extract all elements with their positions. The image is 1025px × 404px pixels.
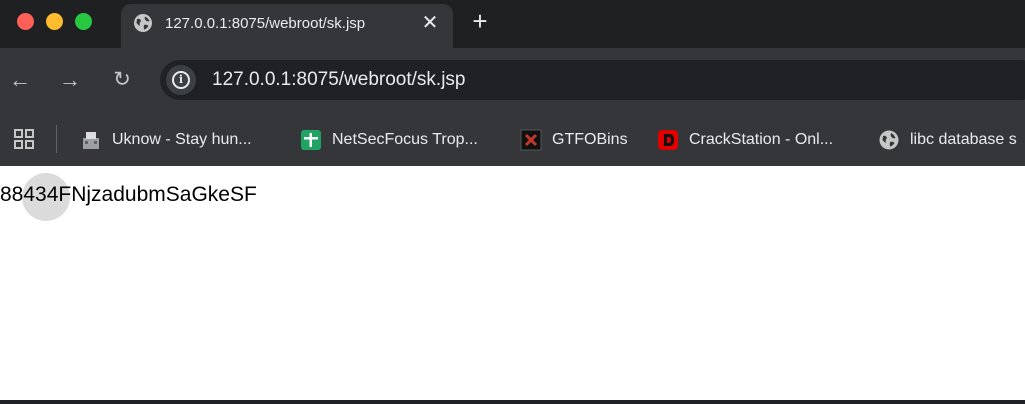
- active-tab[interactable]: 127.0.0.1:8075/webroot/sk.jsp ✕: [121, 4, 453, 48]
- close-window-button[interactable]: [17, 13, 34, 30]
- spreadsheet-icon: [301, 130, 321, 150]
- apps-grid-icon[interactable]: [14, 129, 34, 149]
- tab-strip: 127.0.0.1:8075/webroot/sk.jsp ✕ +: [0, 0, 1025, 48]
- forward-button[interactable]: →: [58, 68, 82, 92]
- window-bottom-edge: [0, 400, 1025, 404]
- gtfobins-icon: [520, 129, 542, 151]
- toolbar: ← → ↻ i 127.0.0.1:8075/webroot/sk.jsp: [0, 48, 1025, 112]
- bookmarks-bar: Uknow - Stay hun... NetSecFocus Trop... …: [0, 112, 1025, 166]
- uknow-favicon-icon: [83, 132, 99, 149]
- site-info-button[interactable]: i: [166, 65, 196, 95]
- minimize-window-button[interactable]: [46, 13, 63, 30]
- bookmark-label: Uknow - Stay hun...: [112, 131, 252, 148]
- crackstation-icon: [658, 130, 678, 150]
- page-content: 88434FNjzadubmSaGkeSF: [0, 166, 1025, 400]
- address-bar[interactable]: i 127.0.0.1:8075/webroot/sk.jsp: [160, 60, 1025, 100]
- close-tab-icon[interactable]: ✕: [419, 12, 441, 34]
- browser-window: 127.0.0.1:8075/webroot/sk.jsp ✕ + ← → ↻ …: [0, 0, 1025, 404]
- bookmark-label: libc database s: [910, 131, 1017, 148]
- bookmarks-separator: [56, 125, 57, 153]
- tab-title: 127.0.0.1:8075/webroot/sk.jsp: [165, 13, 407, 35]
- reload-button[interactable]: ↻: [110, 68, 134, 92]
- address-url[interactable]: 127.0.0.1:8075/webroot/sk.jsp: [212, 69, 466, 91]
- bookmark-label: CrackStation - Onl...: [689, 131, 834, 148]
- globe-icon: [134, 14, 152, 32]
- response-text: 88434FNjzadubmSaGkeSF: [0, 183, 257, 206]
- info-icon: i: [172, 71, 190, 89]
- bookmark-label: NetSecFocus Trop...: [332, 131, 478, 148]
- bookmark-label: GTFOBins: [552, 131, 628, 148]
- maximize-window-button[interactable]: [75, 13, 92, 30]
- new-tab-button[interactable]: +: [468, 8, 492, 34]
- globe-icon: [879, 130, 899, 150]
- back-button[interactable]: ←: [8, 68, 32, 92]
